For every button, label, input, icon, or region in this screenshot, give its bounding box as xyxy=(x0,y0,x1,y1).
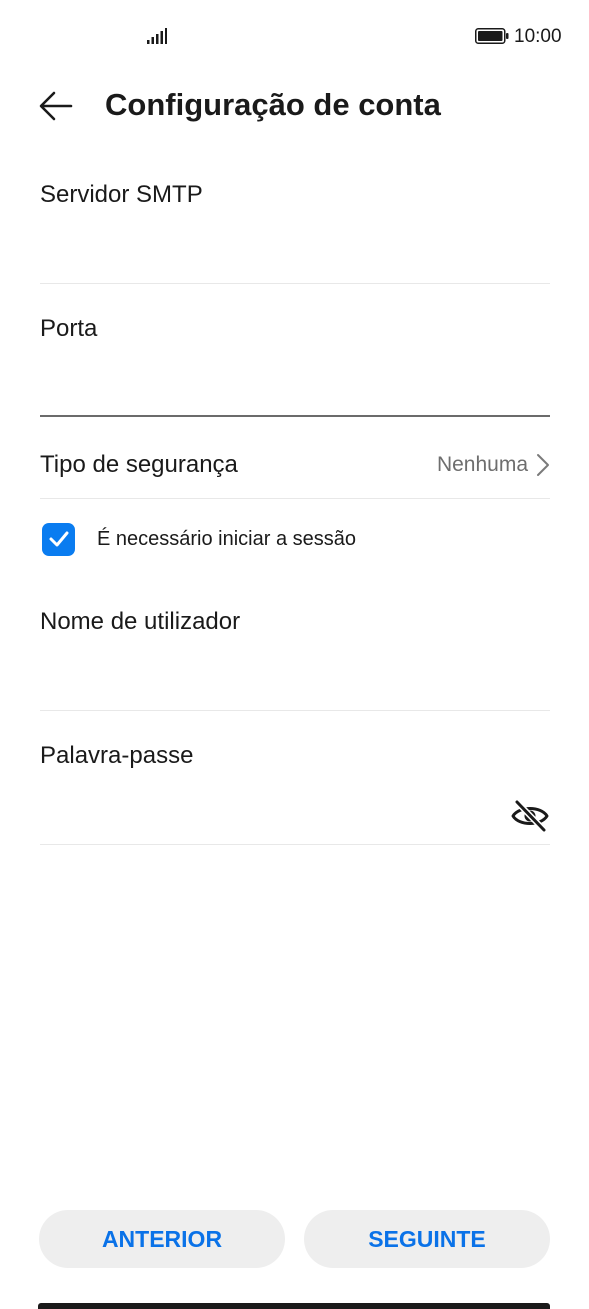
password-divider xyxy=(40,844,550,845)
security-type-row[interactable]: Tipo de segurança Nenhuma xyxy=(40,432,550,498)
security-type-value-group: Nenhuma xyxy=(437,453,550,477)
signal-icon xyxy=(147,28,167,44)
checkmark-icon xyxy=(49,531,68,547)
battery-icon xyxy=(475,28,509,44)
smtp-server-input[interactable] xyxy=(40,230,510,270)
smtp-server-field: Servidor SMTP xyxy=(40,180,550,270)
username-divider xyxy=(40,710,550,711)
next-button[interactable]: SEGUINTE xyxy=(304,1210,550,1268)
username-field: Nome de utilizador xyxy=(40,607,550,697)
security-type-value: Nenhuma xyxy=(436,453,528,476)
smtp-server-label: Servidor SMTP xyxy=(40,181,203,208)
previous-button[interactable]: ANTERIOR xyxy=(39,1210,285,1268)
password-input[interactable] xyxy=(40,793,480,833)
password-visibility-toggle[interactable] xyxy=(508,796,552,836)
eye-off-icon xyxy=(511,799,549,833)
arrow-left-icon xyxy=(39,91,73,121)
password-field: Palavra-passe xyxy=(40,741,550,833)
login-required-checkbox[interactable] xyxy=(42,522,75,556)
back-button[interactable] xyxy=(28,80,84,132)
username-input[interactable] xyxy=(40,657,510,697)
smtp-server-divider xyxy=(40,283,550,284)
port-label: Porta xyxy=(40,315,98,342)
chevron-right-icon xyxy=(537,454,549,476)
login-required-row[interactable]: É necessário iniciar a sessão xyxy=(42,522,356,556)
password-label: Palavra-passe xyxy=(40,742,194,769)
username-label: Nome de utilizador xyxy=(40,608,241,635)
security-type-divider xyxy=(40,498,550,499)
status-time: 10:00 xyxy=(514,26,562,47)
port-divider-focused xyxy=(40,415,550,417)
home-indicator xyxy=(38,1303,550,1309)
account-settings-screen: 10:00 Configuração de conta Servidor SMT… xyxy=(0,0,589,1309)
port-field: Porta xyxy=(40,314,550,404)
page-title: Configuração de conta xyxy=(105,87,441,122)
security-type-label: Tipo de segurança xyxy=(40,451,238,478)
status-bar: 10:00 xyxy=(0,0,589,72)
login-required-label: É necessário iniciar a sessão xyxy=(97,527,357,550)
port-input[interactable] xyxy=(40,364,510,404)
